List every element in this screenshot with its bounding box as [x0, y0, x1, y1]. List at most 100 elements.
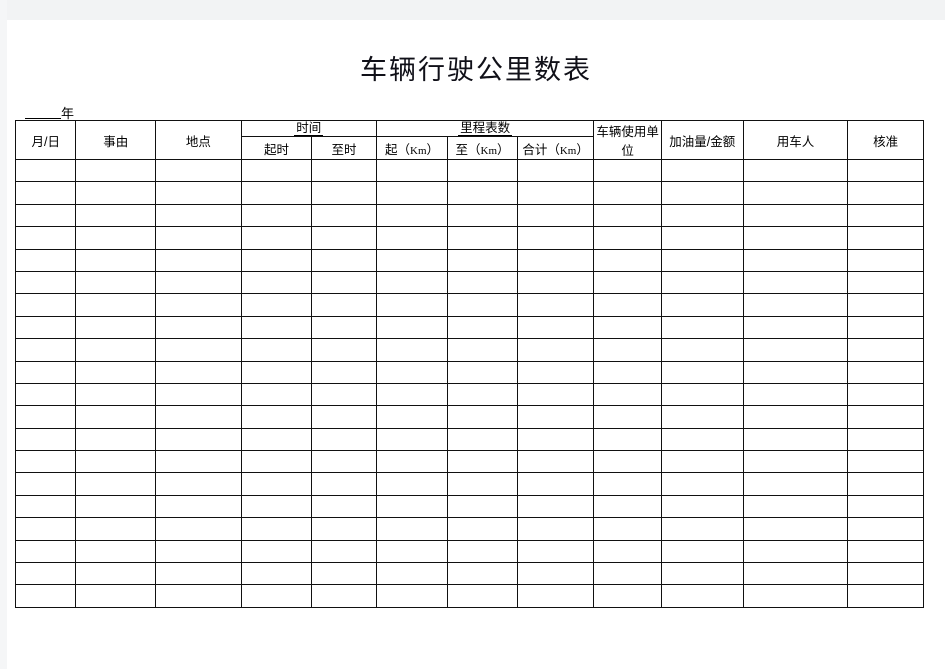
cell-reason[interactable]	[75, 226, 157, 250]
cell-km_from[interactable]	[375, 338, 449, 362]
cell-reason[interactable]	[75, 427, 157, 452]
cell-place[interactable]	[155, 382, 242, 407]
cell-driver[interactable]	[742, 203, 849, 228]
cell-fuel[interactable]	[660, 382, 744, 407]
cell-reason[interactable]	[75, 338, 157, 362]
cell-time_from[interactable]	[240, 405, 313, 429]
cell-km_to[interactable]	[447, 203, 518, 228]
cell-approve[interactable]	[847, 248, 924, 272]
cell-place[interactable]	[155, 360, 242, 384]
cell-date[interactable]	[14, 315, 77, 340]
cell-km_to[interactable]	[447, 584, 518, 608]
cell-reason[interactable]	[75, 450, 157, 474]
cell-time_from[interactable]	[240, 517, 313, 541]
cell-time_to[interactable]	[311, 181, 377, 205]
cell-time_from[interactable]	[240, 450, 313, 474]
cell-time_from[interactable]	[240, 293, 313, 317]
cell-km_total[interactable]	[516, 270, 595, 295]
cell-fuel[interactable]	[660, 181, 744, 205]
cell-fuel[interactable]	[660, 539, 744, 564]
cell-driver[interactable]	[742, 405, 849, 429]
cell-time_to[interactable]	[311, 203, 377, 228]
cell-km_to[interactable]	[447, 517, 518, 541]
cell-time_from[interactable]	[240, 338, 313, 362]
cell-fuel[interactable]	[660, 248, 744, 272]
cell-driver[interactable]	[742, 450, 849, 474]
cell-km_total[interactable]	[516, 494, 595, 519]
cell-reason[interactable]	[75, 405, 157, 429]
cell-unit[interactable]	[593, 382, 662, 407]
cell-fuel[interactable]	[660, 562, 744, 586]
cell-unit[interactable]	[593, 427, 662, 452]
cell-km_from[interactable]	[375, 450, 449, 474]
cell-date[interactable]	[14, 584, 77, 608]
cell-km_from[interactable]	[375, 472, 449, 496]
cell-date[interactable]	[14, 382, 77, 407]
cell-reason[interactable]	[75, 315, 157, 340]
cell-reason[interactable]	[75, 270, 157, 295]
cell-km_to[interactable]	[447, 181, 518, 205]
cell-time_to[interactable]	[311, 539, 377, 564]
cell-reason[interactable]	[75, 360, 157, 384]
cell-km_to[interactable]	[447, 382, 518, 407]
cell-date[interactable]	[14, 427, 77, 452]
cell-date[interactable]	[14, 360, 77, 384]
cell-approve[interactable]	[847, 293, 924, 317]
cell-fuel[interactable]	[660, 315, 744, 340]
cell-date[interactable]	[14, 494, 77, 519]
cell-reason[interactable]	[75, 472, 157, 496]
cell-driver[interactable]	[742, 360, 849, 384]
cell-km_to[interactable]	[447, 270, 518, 295]
cell-km_from[interactable]	[375, 203, 449, 228]
cell-date[interactable]	[14, 517, 77, 541]
cell-time_from[interactable]	[240, 270, 313, 295]
cell-unit[interactable]	[593, 450, 662, 474]
cell-time_from[interactable]	[240, 158, 313, 183]
cell-reason[interactable]	[75, 584, 157, 608]
cell-km_from[interactable]	[375, 427, 449, 452]
cell-km_to[interactable]	[447, 494, 518, 519]
cell-km_from[interactable]	[375, 405, 449, 429]
cell-km_total[interactable]	[516, 248, 595, 272]
cell-km_from[interactable]	[375, 360, 449, 384]
cell-time_to[interactable]	[311, 360, 377, 384]
cell-place[interactable]	[155, 405, 242, 429]
cell-place[interactable]	[155, 203, 242, 228]
cell-approve[interactable]	[847, 405, 924, 429]
cell-time_from[interactable]	[240, 181, 313, 205]
cell-time_to[interactable]	[311, 450, 377, 474]
cell-approve[interactable]	[847, 270, 924, 295]
cell-date[interactable]	[14, 405, 77, 429]
cell-time_to[interactable]	[311, 270, 377, 295]
cell-approve[interactable]	[847, 338, 924, 362]
cell-time_from[interactable]	[240, 315, 313, 340]
cell-place[interactable]	[155, 539, 242, 564]
cell-km_from[interactable]	[375, 382, 449, 407]
cell-km_from[interactable]	[375, 494, 449, 519]
cell-approve[interactable]	[847, 181, 924, 205]
cell-unit[interactable]	[593, 539, 662, 564]
cell-km_total[interactable]	[516, 427, 595, 452]
cell-reason[interactable]	[75, 382, 157, 407]
cell-time_to[interactable]	[311, 494, 377, 519]
cell-driver[interactable]	[742, 338, 849, 362]
cell-place[interactable]	[155, 494, 242, 519]
cell-date[interactable]	[14, 562, 77, 586]
cell-km_total[interactable]	[516, 562, 595, 586]
cell-km_total[interactable]	[516, 293, 595, 317]
cell-date[interactable]	[14, 450, 77, 474]
cell-driver[interactable]	[742, 248, 849, 272]
cell-date[interactable]	[14, 338, 77, 362]
cell-date[interactable]	[14, 539, 77, 564]
cell-date[interactable]	[14, 293, 77, 317]
cell-time_to[interactable]	[311, 293, 377, 317]
cell-approve[interactable]	[847, 158, 924, 183]
cell-time_from[interactable]	[240, 226, 313, 250]
cell-place[interactable]	[155, 338, 242, 362]
cell-unit[interactable]	[593, 405, 662, 429]
cell-time_from[interactable]	[240, 203, 313, 228]
cell-km_total[interactable]	[516, 360, 595, 384]
cell-fuel[interactable]	[660, 270, 744, 295]
cell-km_to[interactable]	[447, 539, 518, 564]
cell-unit[interactable]	[593, 517, 662, 541]
